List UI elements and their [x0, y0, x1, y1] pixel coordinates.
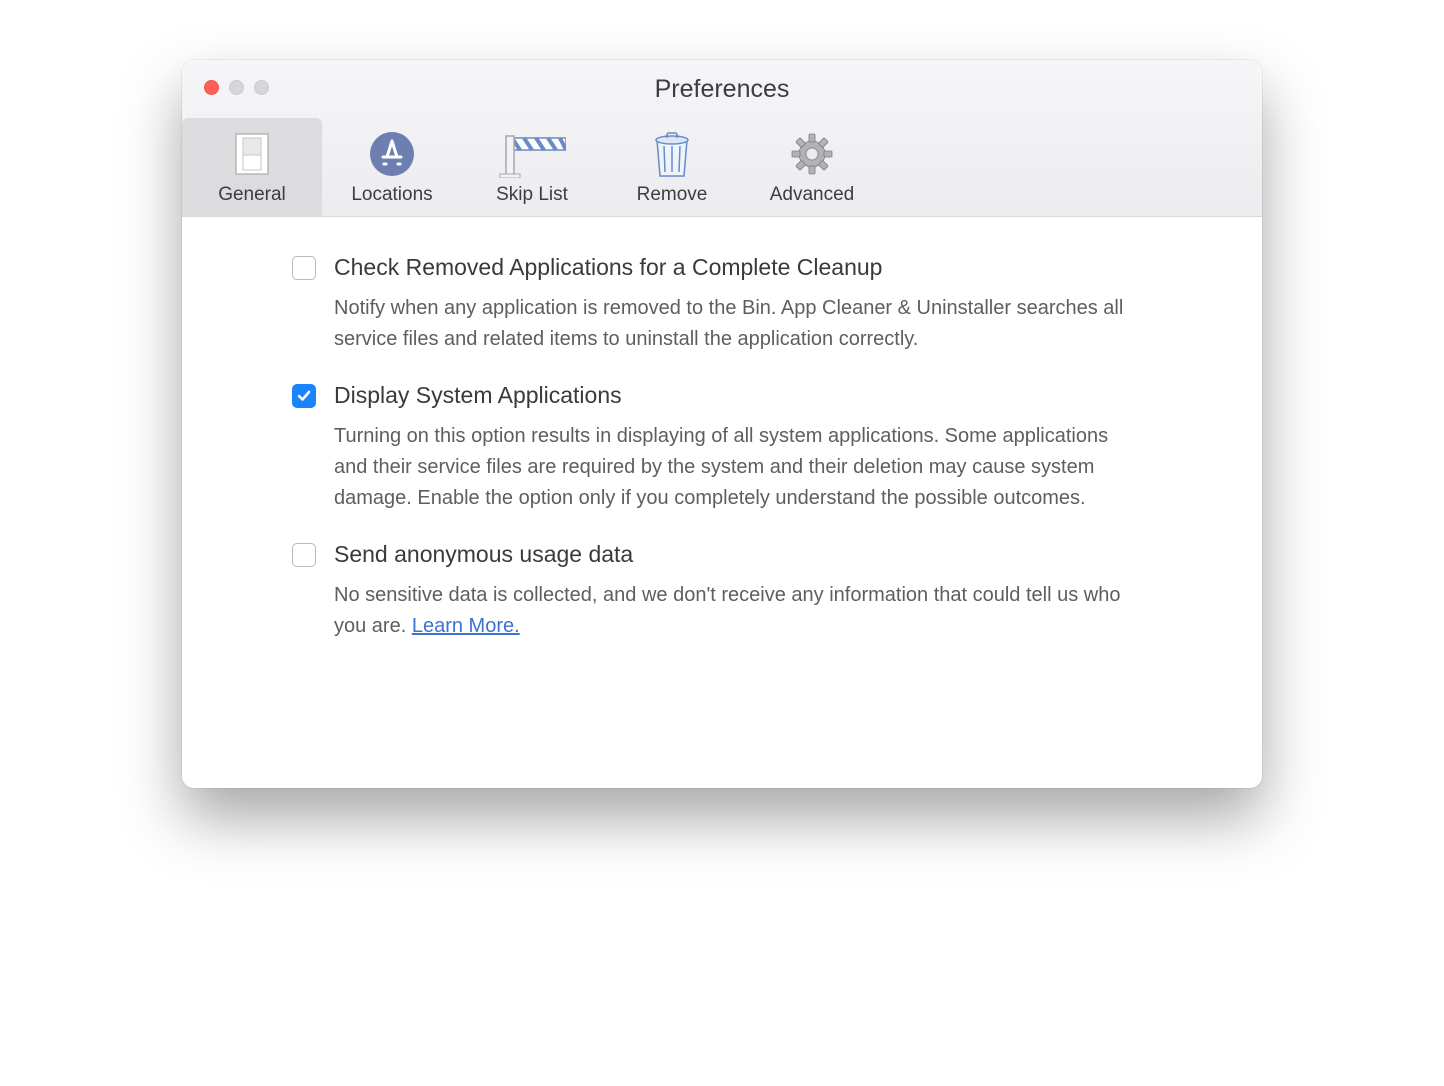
- minimize-button[interactable]: [229, 80, 244, 95]
- switch-icon: [232, 130, 272, 178]
- close-button[interactable]: [204, 80, 219, 95]
- titlebar: Preferences General: [182, 60, 1262, 217]
- pref-title: Send anonymous usage data: [334, 540, 1182, 570]
- checkbox-display-system[interactable]: [292, 384, 316, 408]
- pref-title: Check Removed Applications for a Complet…: [334, 253, 1182, 283]
- tab-label: Skip List: [496, 184, 568, 206]
- tab-advanced[interactable]: Advanced: [742, 118, 882, 216]
- tab-label: General: [218, 184, 286, 206]
- tab-remove[interactable]: Remove: [602, 118, 742, 216]
- toolbar: General Locations: [182, 118, 1262, 216]
- barrier-icon: [498, 130, 566, 178]
- pref-desc: Notify when any application is removed t…: [334, 293, 1144, 355]
- tab-label: Advanced: [770, 184, 855, 206]
- pref-title: Display System Applications: [334, 381, 1182, 411]
- appstore-icon: [369, 130, 415, 178]
- window-title: Preferences: [182, 60, 1262, 118]
- tab-general[interactable]: General: [182, 118, 322, 216]
- preferences-window: Preferences General: [182, 60, 1262, 788]
- pref-desc: No sensitive data is collected, and we d…: [334, 580, 1144, 642]
- tab-label: Locations: [351, 184, 432, 206]
- checkbox-anonymous-data[interactable]: [292, 543, 316, 567]
- traffic-lights: [204, 80, 269, 95]
- pref-display-system: Display System Applications Turning on t…: [292, 381, 1182, 514]
- pref-anonymous-data: Send anonymous usage data No sensitive d…: [292, 540, 1182, 642]
- pref-check-removed: Check Removed Applications for a Complet…: [292, 253, 1182, 355]
- trash-icon: [652, 130, 692, 178]
- gear-icon: [789, 130, 835, 178]
- checkbox-check-removed[interactable]: [292, 256, 316, 280]
- tab-locations[interactable]: Locations: [322, 118, 462, 216]
- tab-skip-list[interactable]: Skip List: [462, 118, 602, 216]
- zoom-button[interactable]: [254, 80, 269, 95]
- content-area: Check Removed Applications for a Complet…: [182, 217, 1262, 788]
- tab-label: Remove: [637, 184, 708, 206]
- learn-more-link[interactable]: Learn More.: [412, 615, 520, 637]
- pref-desc: Turning on this option results in displa…: [334, 421, 1144, 514]
